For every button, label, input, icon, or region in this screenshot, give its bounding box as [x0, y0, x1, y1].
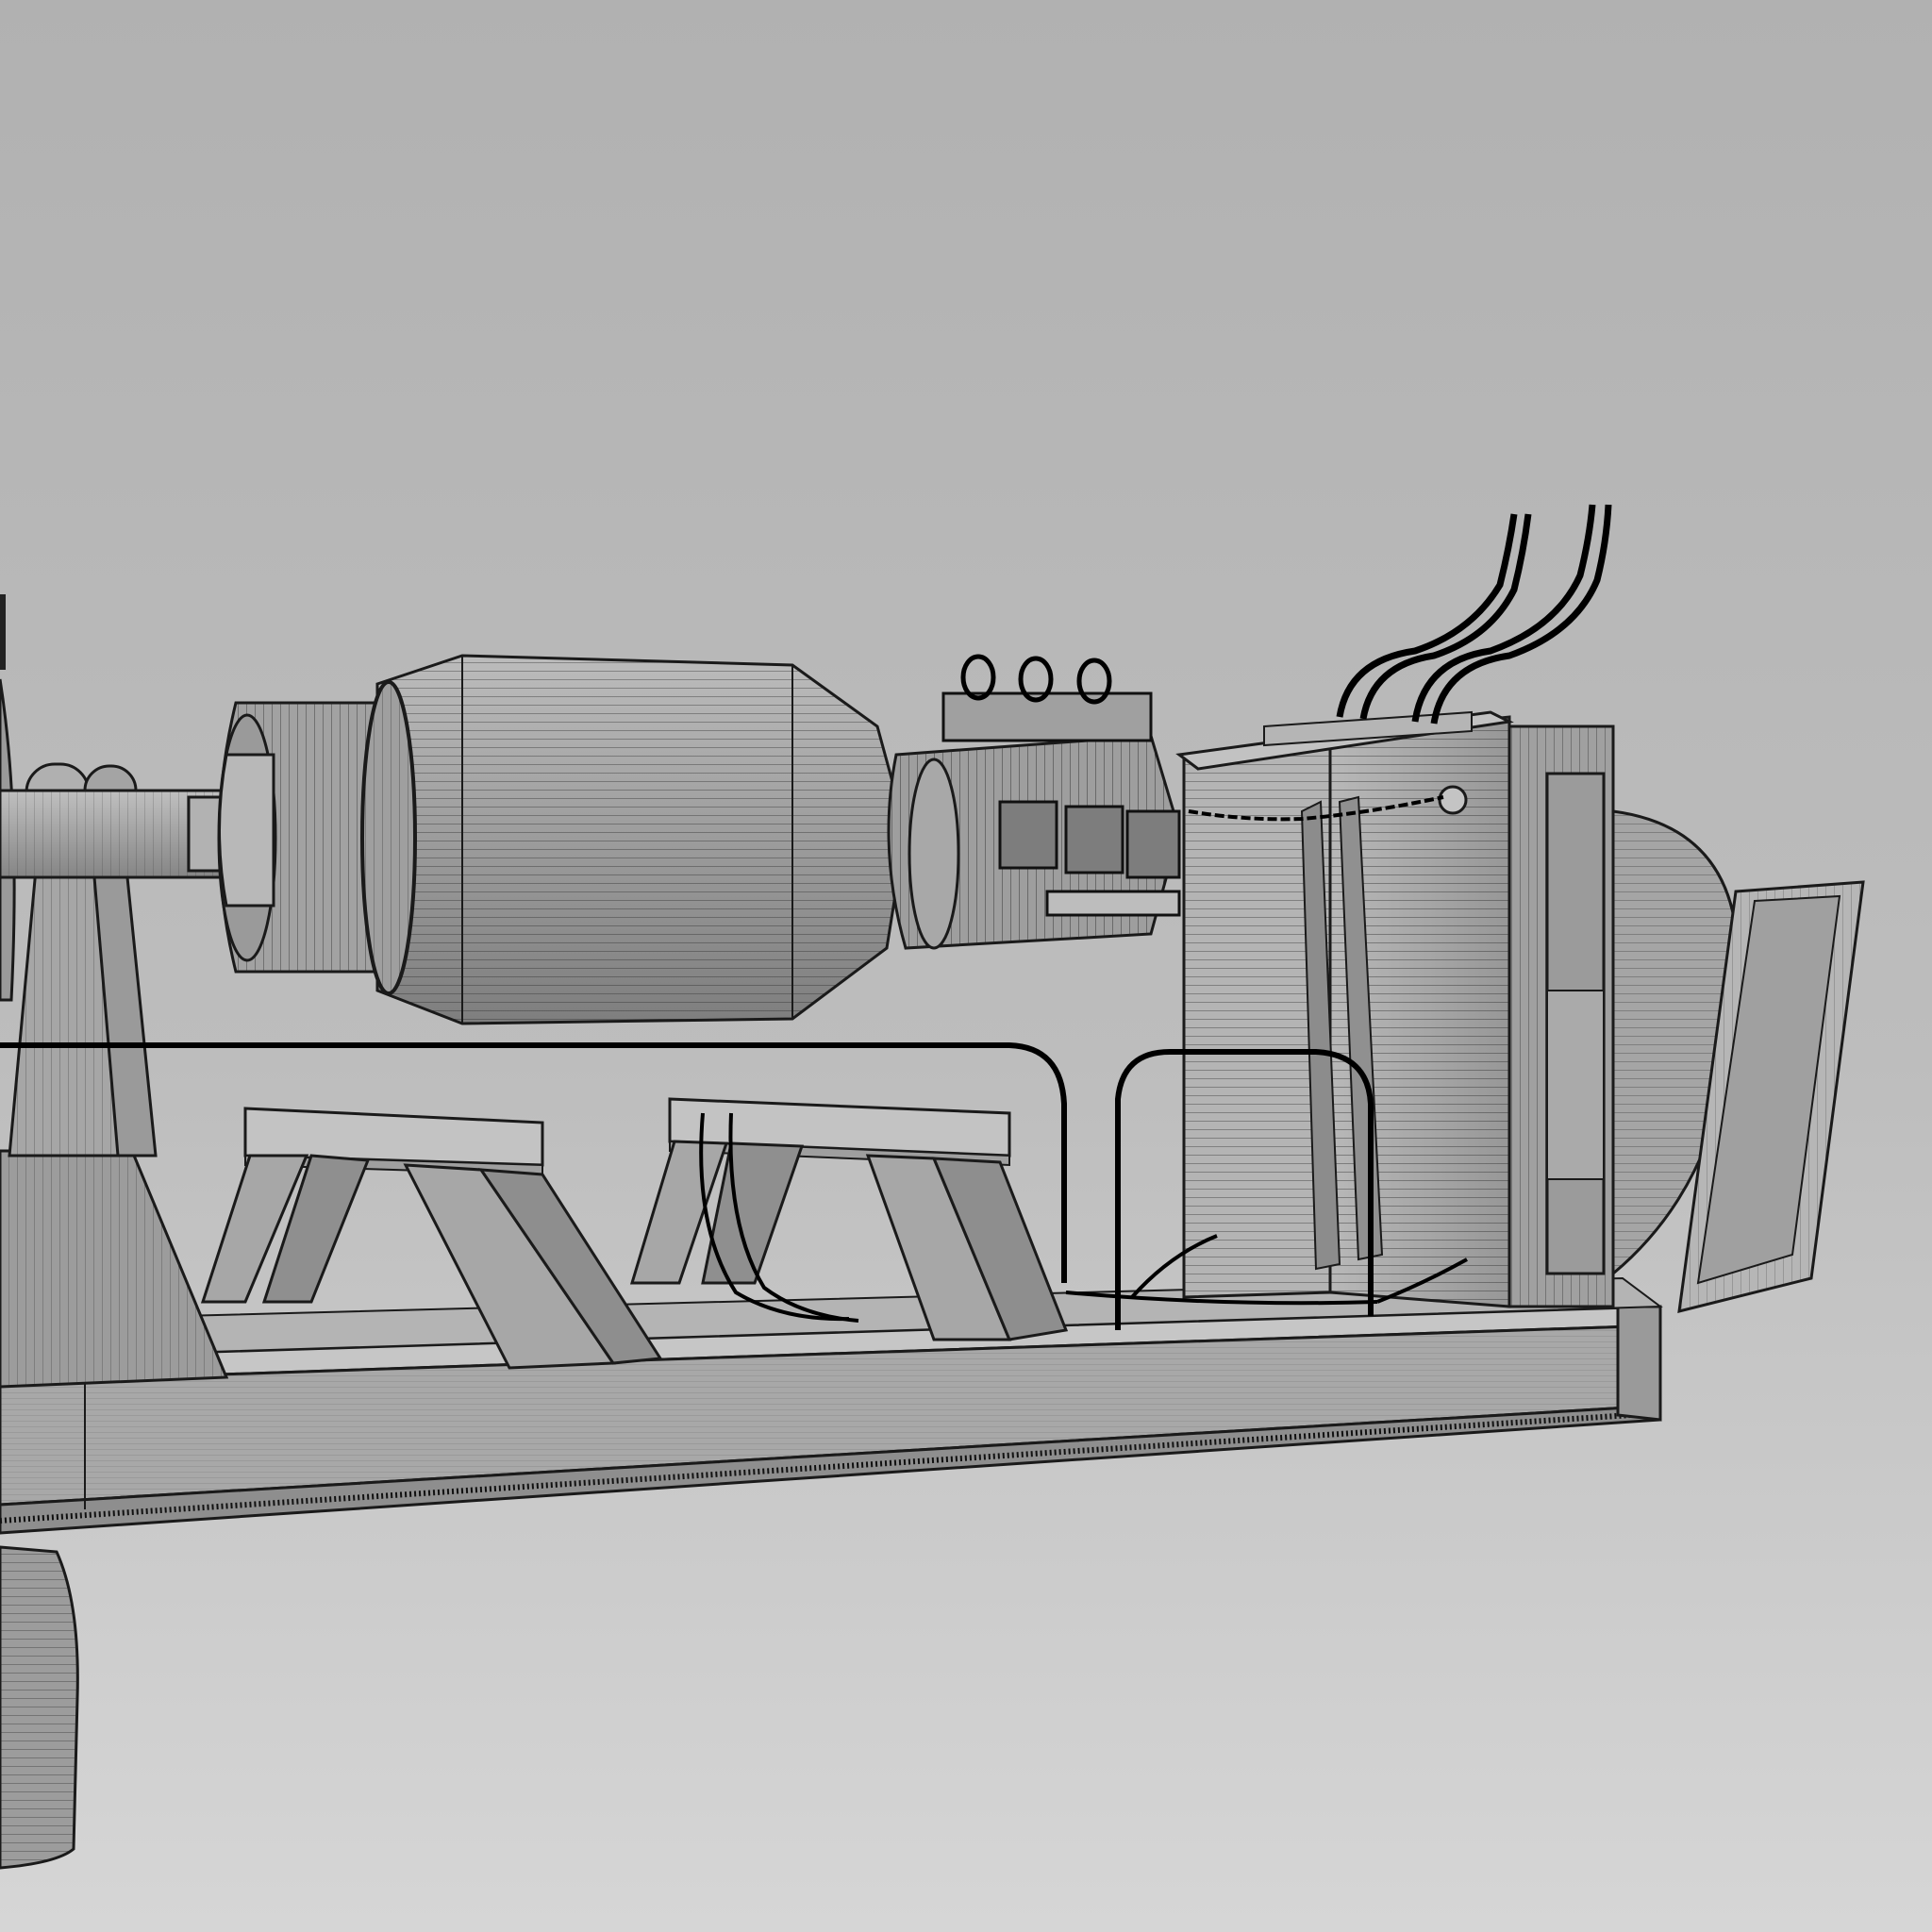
- lower-drum: [0, 1545, 79, 1870]
- render-viewport: [0, 0, 1932, 1932]
- wireframe-render: [0, 0, 1932, 1932]
- motor-housing: [1175, 710, 1615, 1308]
- rotor-drum: [360, 654, 908, 1025]
- rotor-shaft: [0, 789, 257, 879]
